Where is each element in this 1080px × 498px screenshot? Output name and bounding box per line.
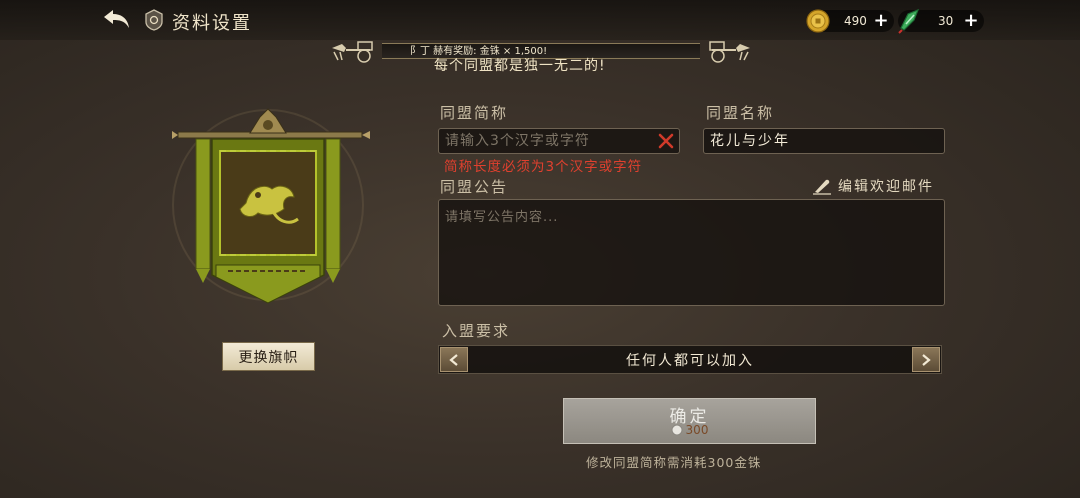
slogan-text: 每个同盟都是独一无二的! [434,58,606,74]
settings-emblem-icon [145,9,163,31]
requirement-next-button[interactable] [912,347,940,372]
change-banner-button[interactable]: 更换旗帜 [222,342,315,371]
chariot-left-icon [332,41,373,63]
banner-flag-icon [172,108,370,304]
notice-label: 同盟公告 [440,178,509,196]
edit-welcome-mail-label: 编辑欢迎邮件 [838,179,934,195]
short-name-label: 同盟简称 [440,104,509,122]
gold-amount: 490 [844,14,867,28]
add-jade-button[interactable]: + [962,12,980,30]
short-name-error: 简称长度必须为3个汉字或字符 [444,159,643,175]
silver-coin-icon [671,424,683,436]
jade-currency: 30 + [898,8,984,34]
gold-coin-icon [806,9,830,33]
short-name-input[interactable]: 请输入3个汉字或字符 [438,128,680,154]
notice-placeholder: 请填写公告内容... [445,210,559,225]
confirm-cost-value: 300 [685,423,709,437]
page-title: 资料设置 [172,13,252,34]
top-bar: 资料设置 490 + 30 + [0,0,1080,40]
full-name-label: 同盟名称 [706,104,775,122]
full-name-value: 花儿与少年 [710,133,790,149]
chariot-right-icon [709,41,750,63]
short-name-placeholder: 请输入3个汉字或字符 [445,133,590,149]
chevron-right-icon [922,353,931,366]
jade-token-icon [898,8,920,34]
requirement-value: 任何人都可以加入 [626,353,754,369]
jade-amount: 30 [938,14,954,28]
clear-input-icon[interactable] [657,132,675,150]
gold-currency: 490 + [806,9,894,33]
back-button[interactable] [100,6,134,32]
alliance-banner [172,105,372,315]
confirm-button[interactable]: 确定 300 [563,398,816,444]
edit-welcome-mail-button[interactable]: 编辑欢迎邮件 [812,176,934,196]
requirement-selector[interactable]: 任何人都可以加入 [438,345,942,374]
quill-icon [813,179,831,195]
full-name-input[interactable]: 花儿与少年 [703,128,945,154]
notice-textarea[interactable]: 请填写公告内容... [438,199,945,306]
back-arrow-icon [104,10,129,28]
add-gold-button[interactable]: + [872,12,890,30]
cost-note: 修改同盟简称需消耗300金铢 [586,455,762,470]
confirm-cost: 300 [564,423,815,437]
requirement-label: 入盟要求 [442,322,511,340]
